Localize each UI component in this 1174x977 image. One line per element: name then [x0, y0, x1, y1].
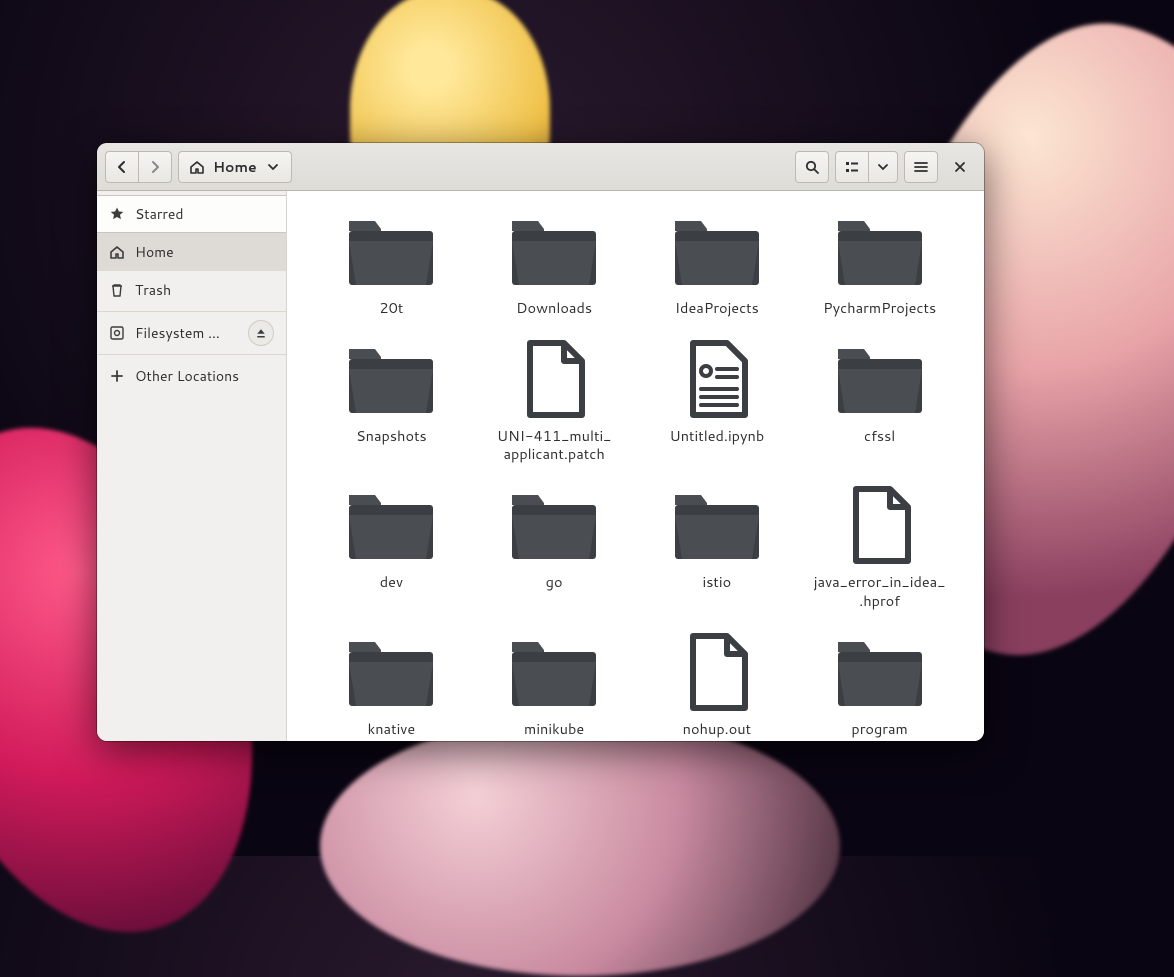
file-item[interactable]: Snapshots	[315, 337, 468, 463]
document-icon	[669, 337, 765, 421]
file-name: Untitled.ipynb	[670, 427, 765, 445]
file-item[interactable]: minikube	[478, 630, 631, 738]
folder-icon	[506, 209, 602, 293]
file-item[interactable]: Downloads	[478, 209, 631, 317]
view-options-button[interactable]	[868, 151, 898, 183]
folder-icon	[343, 337, 439, 421]
file-item[interactable]: java_error_in_idea_ .hprof	[803, 483, 956, 609]
file-item[interactable]: program	[803, 630, 956, 738]
home-icon	[189, 159, 205, 175]
sidebar-label: Starred	[135, 204, 274, 224]
sidebar-label: Filesystem …	[135, 323, 238, 343]
file-item[interactable]: UNI-411_multi_ applicant.patch	[478, 337, 631, 463]
sidebar-item-home[interactable]: Home	[97, 233, 286, 271]
caret-down-icon	[265, 159, 281, 175]
list-view-icon	[844, 159, 860, 175]
disk-icon	[109, 325, 125, 341]
plus-icon	[109, 368, 125, 384]
folder-icon	[669, 209, 765, 293]
path-button[interactable]: Home	[178, 151, 292, 183]
file-item[interactable]: Untitled.ipynb	[641, 337, 794, 463]
file-item[interactable]: knative	[315, 630, 468, 738]
trash-icon	[109, 282, 125, 298]
file-manager-window: Home	[97, 143, 984, 741]
folder-icon	[343, 483, 439, 567]
file-item[interactable]: 20t	[315, 209, 468, 317]
folder-icon	[343, 209, 439, 293]
file-name: program	[851, 720, 907, 738]
path-label: Home	[213, 157, 257, 177]
file-name: UNI-411_multi_ applicant.patch	[497, 427, 612, 463]
folder-icon	[832, 630, 928, 714]
forward-button[interactable]	[138, 151, 172, 183]
file-grid: 20t Downloads IdeaProjects PycharmProjects S…	[287, 191, 984, 741]
file-icon	[506, 337, 602, 421]
sidebar-separator	[97, 354, 286, 355]
file-name: go	[546, 573, 563, 591]
file-name: 20t	[379, 299, 403, 317]
folder-icon	[506, 483, 602, 567]
file-icon	[669, 630, 765, 714]
file-name: Snapshots	[356, 427, 427, 445]
close-window-button[interactable]	[944, 151, 976, 183]
sidebar-label: Home	[135, 242, 274, 262]
file-name: cfssl	[864, 427, 895, 445]
file-item[interactable]: nohup.out	[641, 630, 794, 738]
sidebar-item-starred[interactable]: Starred	[97, 195, 286, 233]
file-name: java_error_in_idea_ .hprof	[814, 573, 946, 609]
window-body: Starred Home Trash Filesystem …	[97, 191, 984, 741]
sidebar-label: Trash	[135, 280, 274, 300]
eject-button[interactable]	[248, 320, 274, 346]
folder-icon	[669, 483, 765, 567]
file-view[interactable]: 20t Downloads IdeaProjects PycharmProjects S…	[287, 191, 984, 741]
folder-icon	[832, 209, 928, 293]
nav-buttons	[105, 151, 172, 183]
file-name: IdeaProjects	[675, 299, 759, 317]
back-button[interactable]	[105, 151, 138, 183]
sidebar-item-other-locations[interactable]: Other Locations	[97, 357, 286, 395]
chevron-left-icon	[114, 159, 130, 175]
wallpaper-blob	[320, 716, 840, 976]
file-item[interactable]: IdeaProjects	[641, 209, 794, 317]
file-name: PycharmProjects	[823, 299, 936, 317]
search-button[interactable]	[795, 151, 829, 183]
sidebar-item-filesystem-root[interactable]: Filesystem …	[97, 314, 286, 352]
sidebar: Starred Home Trash Filesystem …	[97, 191, 287, 741]
sidebar-item-trash[interactable]: Trash	[97, 271, 286, 309]
hamburger-icon	[913, 159, 929, 175]
file-icon	[832, 483, 928, 567]
file-name: Downloads	[516, 299, 592, 317]
folder-icon	[832, 337, 928, 421]
hamburger-menu-button[interactable]	[904, 151, 938, 183]
star-icon	[109, 206, 125, 222]
folder-icon	[343, 630, 439, 714]
sidebar-label: Other Locations	[135, 366, 274, 386]
file-name: dev	[380, 573, 403, 591]
sidebar-separator	[97, 311, 286, 312]
close-icon	[952, 159, 968, 175]
file-item[interactable]: cfssl	[803, 337, 956, 463]
file-item[interactable]: istio	[641, 483, 794, 609]
file-name: minikube	[524, 720, 584, 738]
folder-icon	[506, 630, 602, 714]
file-item[interactable]: go	[478, 483, 631, 609]
view-switcher	[835, 151, 898, 183]
file-name: knative	[368, 720, 416, 738]
chevron-right-icon	[147, 159, 163, 175]
caret-down-icon	[875, 159, 891, 175]
file-item[interactable]: dev	[315, 483, 468, 609]
file-name: istio	[703, 573, 732, 591]
home-icon	[109, 244, 125, 260]
search-icon	[804, 159, 820, 175]
list-view-button[interactable]	[835, 151, 868, 183]
headerbar: Home	[97, 143, 984, 191]
file-name: nohup.out	[683, 720, 751, 738]
file-item[interactable]: PycharmProjects	[803, 209, 956, 317]
